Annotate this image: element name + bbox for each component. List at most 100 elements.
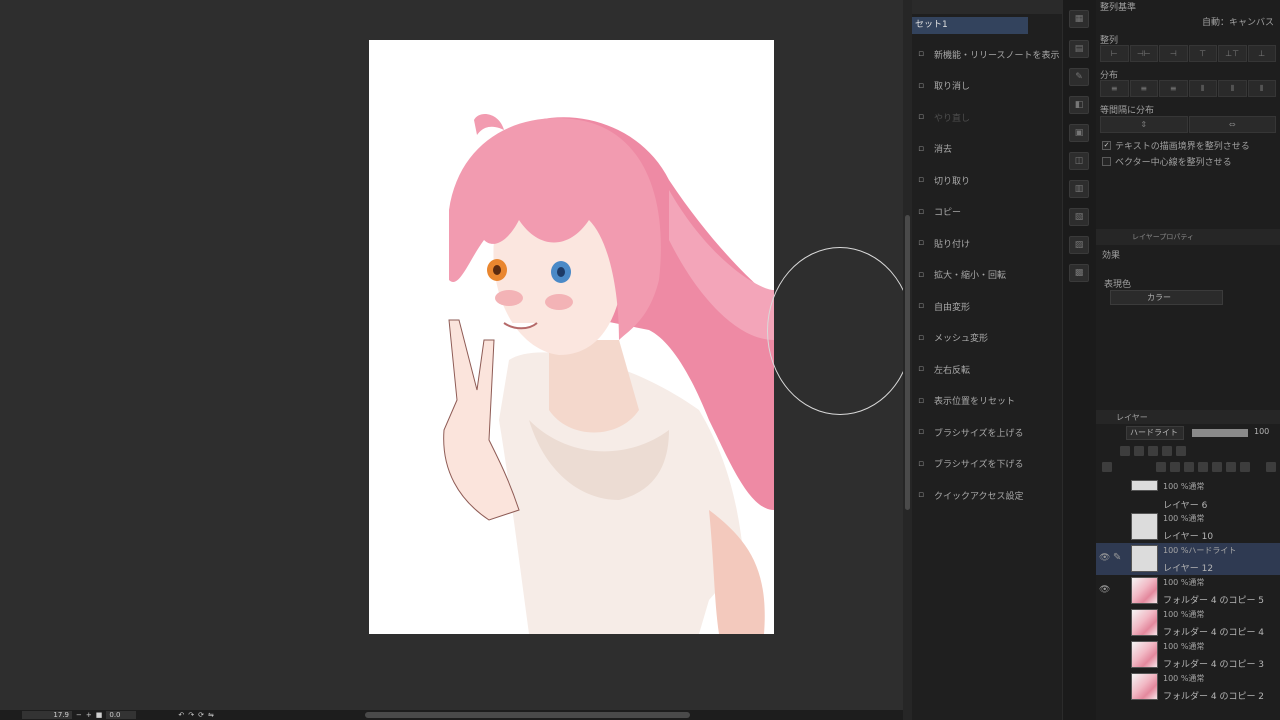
quick-item-brush-down[interactable]: ▫ ブラシサイズを下げる bbox=[914, 455, 1060, 473]
quick-item-transform[interactable]: ▫ 拡大・縮小・回転 bbox=[914, 266, 1060, 284]
align-bottom-icon[interactable]: ⊥ bbox=[1247, 45, 1276, 62]
layer-list-icon[interactable] bbox=[1102, 462, 1112, 472]
align-basis-value[interactable]: 自動：キャンバス bbox=[1202, 15, 1274, 28]
panel-tab-icon[interactable]: ◧ bbox=[1069, 96, 1089, 114]
align-top-icon[interactable]: ⊤ bbox=[1188, 45, 1217, 62]
checkbox-text-bounds[interactable]: ✓ bbox=[1102, 141, 1111, 150]
quick-settings-icon: ▫ bbox=[917, 490, 925, 500]
check-text-bounds[interactable]: ✓ テキストの描画境界を整列させる bbox=[1102, 139, 1250, 152]
quick-item-cut[interactable]: ▫ 切り取り bbox=[914, 171, 1060, 189]
layer-row[interactable]: 100 %通常 フォルダー 4 のコピー 4 bbox=[1096, 607, 1280, 639]
canvas-paper[interactable] bbox=[369, 40, 774, 634]
color-mode-select[interactable]: カラー bbox=[1110, 290, 1223, 305]
layer-row[interactable]: レイヤー 6 bbox=[1096, 495, 1280, 511]
minus-icon[interactable]: − bbox=[76, 711, 82, 719]
quick-item-undo[interactable]: ▫ 取り消し bbox=[914, 77, 1060, 95]
reset-rotation-icon[interactable]: ⟳ bbox=[198, 711, 204, 719]
zoom-field[interactable]: 17.9 bbox=[22, 711, 72, 719]
layer-row[interactable]: 👁︎ 100 %通常 フォルダー 4 のコピー 5 bbox=[1096, 575, 1280, 607]
panel-tab-icon[interactable]: ▩ bbox=[1069, 264, 1089, 282]
news-icon: ▫ bbox=[917, 49, 925, 59]
equal-spacing-h-icon[interactable]: ⇔ bbox=[1188, 116, 1276, 133]
layer-mode: 100 %通常 bbox=[1163, 642, 1205, 651]
quick-item-reset-view[interactable]: ▫ 表示位置をリセット bbox=[914, 392, 1060, 410]
layer-name: レイヤー 6 bbox=[1163, 501, 1208, 511]
distribute-top-icon[interactable]: ≡ bbox=[1100, 80, 1129, 97]
clear-icon: ▫ bbox=[917, 143, 925, 154]
vertical-scrollbar-thumb[interactable] bbox=[905, 215, 910, 510]
distribute-center-h-icon[interactable]: ⦀ bbox=[1218, 80, 1247, 97]
layer-row[interactable]: 100 %通常 フォルダー 4 のコピー 2 bbox=[1096, 671, 1280, 703]
fit-icon[interactable]: ■ bbox=[96, 711, 103, 719]
align-left-icon[interactable]: ⊢ bbox=[1100, 45, 1129, 62]
distribute-bottom-icon[interactable]: ≡ bbox=[1159, 80, 1188, 97]
panel-tab-icon[interactable]: ▧ bbox=[1069, 208, 1089, 226]
panel-tab-icon[interactable]: ▥ bbox=[1069, 180, 1089, 198]
quick-item-copy[interactable]: ▫ コピー bbox=[914, 203, 1060, 221]
rotate-left-icon[interactable]: ↶ bbox=[178, 711, 184, 719]
plus-icon[interactable]: + bbox=[86, 711, 92, 719]
panel-tab-icon[interactable]: ▦ bbox=[1069, 10, 1089, 28]
quick-item-paste[interactable]: ▫ 貼り付け bbox=[914, 234, 1060, 252]
quick-item-redo[interactable]: ▫ やり直し bbox=[914, 108, 1060, 126]
layer-toolbar bbox=[1096, 442, 1280, 474]
quick-item-label: ブラシサイズを下げる bbox=[934, 460, 1024, 470]
quick-item-quick-settings[interactable]: ▫ クイックアクセス設定 bbox=[914, 486, 1060, 504]
checkbox-vector-centerline[interactable] bbox=[1102, 157, 1111, 166]
vertical-scrollbar[interactable] bbox=[903, 0, 912, 720]
new-vector-layer-icon[interactable] bbox=[1170, 462, 1180, 472]
quick-access-set-selector[interactable]: セット1 bbox=[912, 17, 1028, 34]
angle-field[interactable]: 0.0 bbox=[106, 711, 137, 719]
copy-layer-icon[interactable] bbox=[1212, 462, 1222, 472]
quick-item-mesh-transform[interactable]: ▫ メッシュ変形 bbox=[914, 329, 1060, 347]
flip-icon[interactable]: ⇋ bbox=[208, 711, 214, 719]
layer-row[interactable]: 100 %通常 レイヤー 10 bbox=[1096, 511, 1280, 543]
quick-item-clear[interactable]: ▫ 消去 bbox=[914, 140, 1060, 158]
lock-transparent-icon[interactable] bbox=[1176, 446, 1186, 456]
draft-icon[interactable] bbox=[1162, 446, 1172, 456]
rotate-right-icon[interactable]: ↷ bbox=[188, 711, 194, 719]
blend-mode-select[interactable]: ハードライト bbox=[1126, 426, 1184, 440]
opacity-slider[interactable] bbox=[1192, 429, 1248, 437]
mask-icon[interactable] bbox=[1226, 462, 1236, 472]
eye-icon[interactable]: 👁︎ bbox=[1099, 553, 1110, 563]
apply-mask-icon[interactable] bbox=[1240, 462, 1250, 472]
eye-icon[interactable]: 👁︎ bbox=[1099, 585, 1110, 595]
equal-spacing-v-icon[interactable]: ⇕ bbox=[1100, 116, 1188, 133]
delete-layer-icon[interactable] bbox=[1266, 462, 1276, 472]
layer-thumbnail bbox=[1131, 545, 1158, 572]
distribute-right-icon[interactable]: ⦀ bbox=[1247, 80, 1276, 97]
reference-icon[interactable] bbox=[1148, 446, 1158, 456]
opacity-value[interactable]: 100 bbox=[1254, 427, 1269, 436]
layer-row[interactable]: 👁︎ ✎ 100 %ハードライト レイヤー 12 bbox=[1096, 543, 1280, 575]
panel-tab-icon[interactable]: ▨ bbox=[1069, 236, 1089, 254]
check-vector-centerline[interactable]: ベクター中心線を整列させる bbox=[1102, 155, 1232, 168]
quick-item-flip-horizontal[interactable]: ▫ 左右反転 bbox=[914, 360, 1060, 378]
new-folder-icon[interactable] bbox=[1184, 462, 1194, 472]
merge-icon[interactable] bbox=[1198, 462, 1208, 472]
quick-item-free-transform[interactable]: ▫ 自由変形 bbox=[914, 297, 1060, 315]
layer-row[interactable]: 100 %通常 フォルダー 4 のコピー 3 bbox=[1096, 639, 1280, 671]
clip-icon[interactable] bbox=[1134, 446, 1144, 456]
quick-item-label: クイックアクセス設定 bbox=[934, 491, 1024, 502]
quick-item-brush-up[interactable]: ▫ ブラシサイズを上げる bbox=[914, 423, 1060, 441]
panel-tab-icon[interactable]: ✎ bbox=[1069, 68, 1089, 86]
mesh-transform-icon: ▫ bbox=[917, 332, 925, 343]
quick-item-news[interactable]: ▫ 新機能・リリースノートを表示 bbox=[914, 45, 1060, 63]
new-raster-layer-icon[interactable] bbox=[1156, 462, 1166, 472]
panel-tab-icon[interactable]: ◫ bbox=[1069, 152, 1089, 170]
align-center-v-icon[interactable]: ⊥⊤ bbox=[1218, 45, 1247, 62]
lock-icon[interactable] bbox=[1120, 446, 1130, 456]
panel-tab-icon[interactable]: ▤ bbox=[1069, 40, 1089, 58]
panel-tab-icon[interactable]: ▣ bbox=[1069, 124, 1089, 142]
distribute-left-icon[interactable]: ⦀ bbox=[1188, 80, 1217, 97]
layer-row[interactable]: 100 %通常 bbox=[1096, 478, 1280, 495]
layer-name: フォルダー 4 のコピー 4 bbox=[1163, 628, 1265, 638]
quick-item-label: 消去 bbox=[934, 145, 953, 155]
distribute-center-v-icon[interactable]: ≡ bbox=[1129, 80, 1158, 97]
align-right-icon[interactable]: ⊣ bbox=[1159, 45, 1188, 62]
align-center-h-icon[interactable]: ⊣⊢ bbox=[1129, 45, 1158, 62]
flip-horizontal-icon: ▫ bbox=[917, 364, 925, 374]
canvas-area[interactable] bbox=[0, 0, 913, 710]
horizontal-scrollbar-thumb[interactable] bbox=[365, 712, 690, 718]
